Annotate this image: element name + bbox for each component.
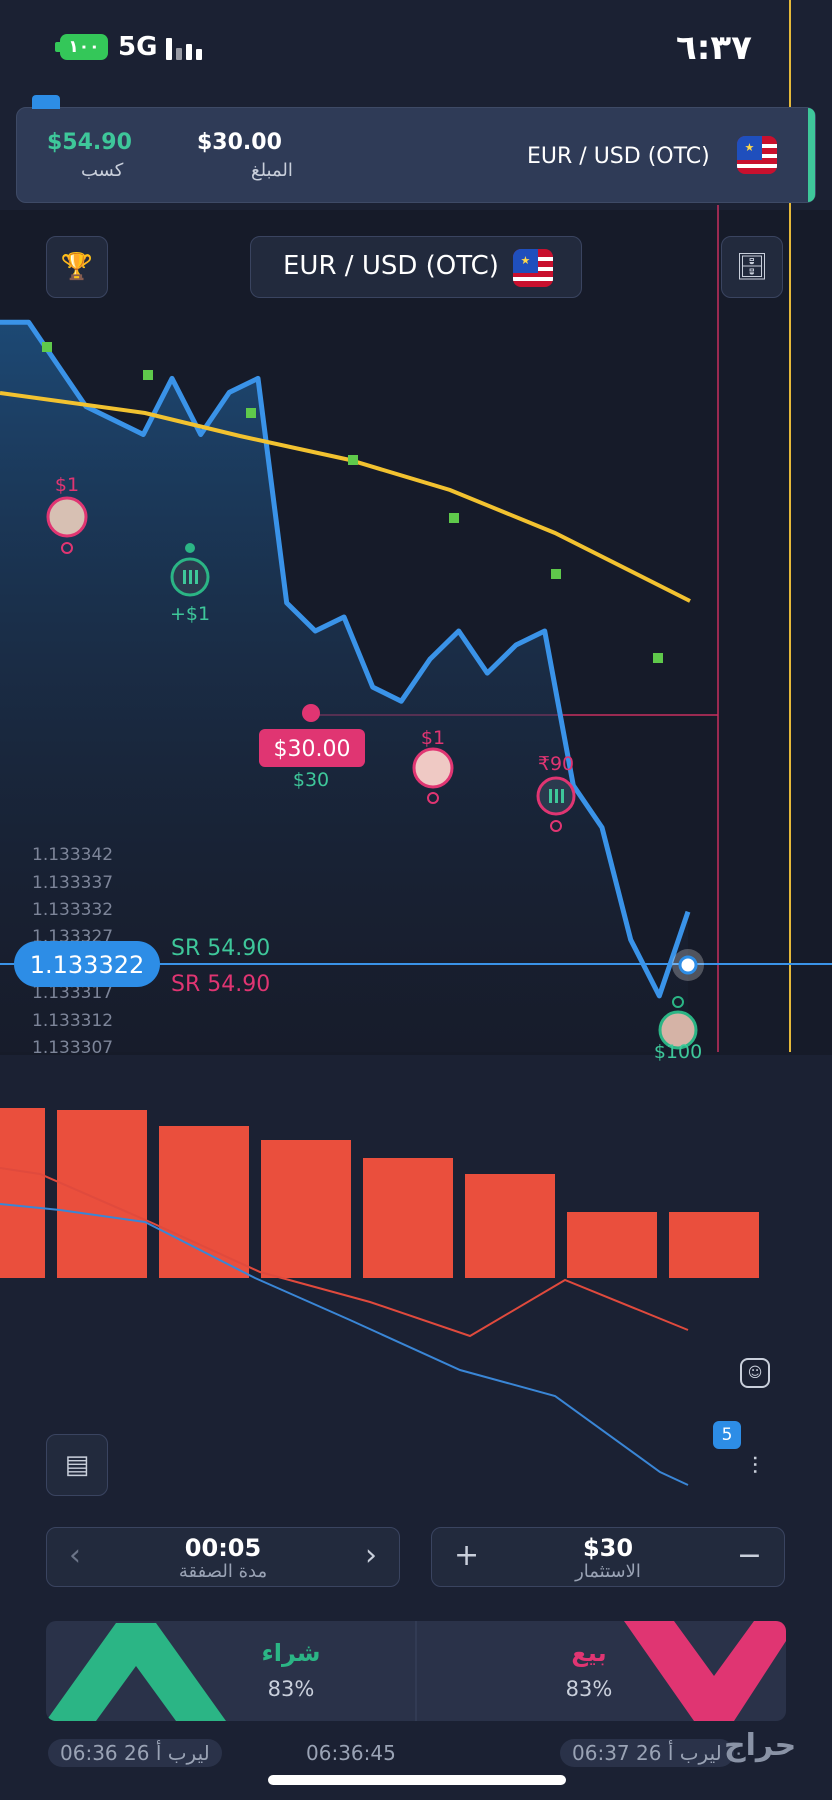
indicator-dot: [143, 370, 153, 380]
bubble-label: +$1: [170, 603, 210, 625]
indicator-dot: [653, 653, 663, 663]
histogram-bar: [363, 1158, 453, 1278]
trading-app: ١٠٠ 5G ٦:٣٧ 1.133342 1.133337 1.133332 1…: [0, 0, 832, 1800]
active-trade-card[interactable]: $54.90 كسب $30.00 المبلغ EUR / USD (OTC)…: [16, 107, 816, 203]
bubble-label: $100: [654, 1041, 702, 1063]
indicator-dot: [449, 513, 459, 523]
trade-amount-label: $30.00: [274, 737, 351, 762]
eur-usd-flag-icon: ★: [513, 249, 553, 287]
duration-value: 00:05: [184, 1534, 262, 1562]
investment-control[interactable]: + $30 الاستثمار −: [431, 1527, 785, 1587]
home-indicator: [268, 1775, 566, 1785]
indicators-settings-icon[interactable]: ⫶: [740, 1452, 770, 1482]
investment-value: $30: [582, 1534, 634, 1562]
duration-control[interactable]: ‹ 00:05 مدة الصفقة ›: [46, 1527, 400, 1587]
sr-up-label: SR 54.90: [171, 936, 270, 961]
timeline-center: 06:36:45: [306, 1741, 396, 1765]
price-tick: 1.133332: [32, 900, 113, 920]
histogram: [0, 1108, 759, 1278]
histogram-bar: [159, 1126, 249, 1278]
robot-icon[interactable]: ☺: [740, 1358, 770, 1388]
indicator-dot: [42, 342, 52, 352]
archive-button[interactable]: 🗄: [721, 236, 783, 298]
histogram-bar: [669, 1212, 759, 1278]
profit-value: $54.90: [47, 130, 132, 155]
bubble-label: ₹90: [538, 753, 574, 775]
trophy-button[interactable]: 🏆: [46, 236, 108, 298]
indicator-dot: [551, 569, 561, 579]
trade-card-accent: [808, 108, 815, 202]
histogram-bar: [567, 1212, 657, 1278]
profit-label: كسب: [81, 160, 124, 181]
buy-label: شراء: [261, 1639, 321, 1667]
timeline-left: 06:36 26 ليرب أ: [48, 1739, 222, 1767]
trade-card-pair: EUR / USD (OTC): [527, 144, 710, 169]
amount-label: المبلغ: [251, 160, 293, 181]
indicator-dot: [348, 455, 358, 465]
trophy-icon: 🏆: [60, 252, 94, 282]
bubble-label: $1: [421, 727, 445, 749]
sell-percent: 83%: [565, 1677, 613, 1701]
investment-label: الاستثمار: [575, 1561, 641, 1582]
sell-button[interactable]: بيع 83%: [416, 1621, 786, 1721]
duration-increase-icon[interactable]: ›: [365, 1538, 377, 1573]
histogram-bar: [0, 1108, 45, 1278]
watermark: حراج: [724, 1728, 797, 1763]
timeline-right: 06:37 26 ليرب أ: [560, 1739, 734, 1767]
buy-percent: 83%: [267, 1677, 315, 1701]
indicator-dot: [246, 408, 256, 418]
amount-value: $30.00: [197, 130, 282, 155]
indicator-count-badge: 5: [713, 1421, 741, 1449]
histogram-bar: [57, 1110, 147, 1278]
price-tick: 1.133342: [32, 845, 113, 865]
buy-button[interactable]: شراء 83%: [46, 1621, 416, 1721]
sell-label: بيع: [571, 1639, 607, 1667]
histogram-bar: [261, 1140, 351, 1278]
eur-usd-flag-icon: ★: [737, 136, 777, 174]
chart-type-icon: ▤: [64, 1450, 90, 1480]
price-tick: 1.133337: [32, 873, 113, 893]
investment-decrease-icon[interactable]: −: [737, 1538, 762, 1573]
asset-selector-label: EUR / USD (OTC): [283, 251, 499, 281]
duration-label: مدة الصفقة: [178, 1561, 268, 1582]
sr-down-label: SR 54.90: [171, 972, 270, 997]
price-tick: 1.133312: [32, 1011, 113, 1031]
trade-open-dot: [302, 704, 320, 722]
trade-amount-sub: $30: [293, 769, 329, 791]
card-tab-indicator: [32, 95, 60, 109]
chart-type-button[interactable]: ▤: [46, 1434, 108, 1496]
price-tick: 1.133307: [32, 1038, 113, 1058]
current-price: 1.133322: [30, 951, 145, 979]
archive-icon: 🗄: [735, 252, 769, 282]
trade-buttons: شراء 83% بيع 83%: [46, 1621, 786, 1721]
asset-selector[interactable]: EUR / USD (OTC) ★: [250, 236, 582, 298]
bubble-label: $1: [55, 474, 79, 496]
current-point: [678, 955, 698, 975]
price-chart[interactable]: 1.133342 1.133337 1.133332 1.133327 1.13…: [0, 0, 832, 1500]
histogram-bar: [465, 1174, 555, 1278]
